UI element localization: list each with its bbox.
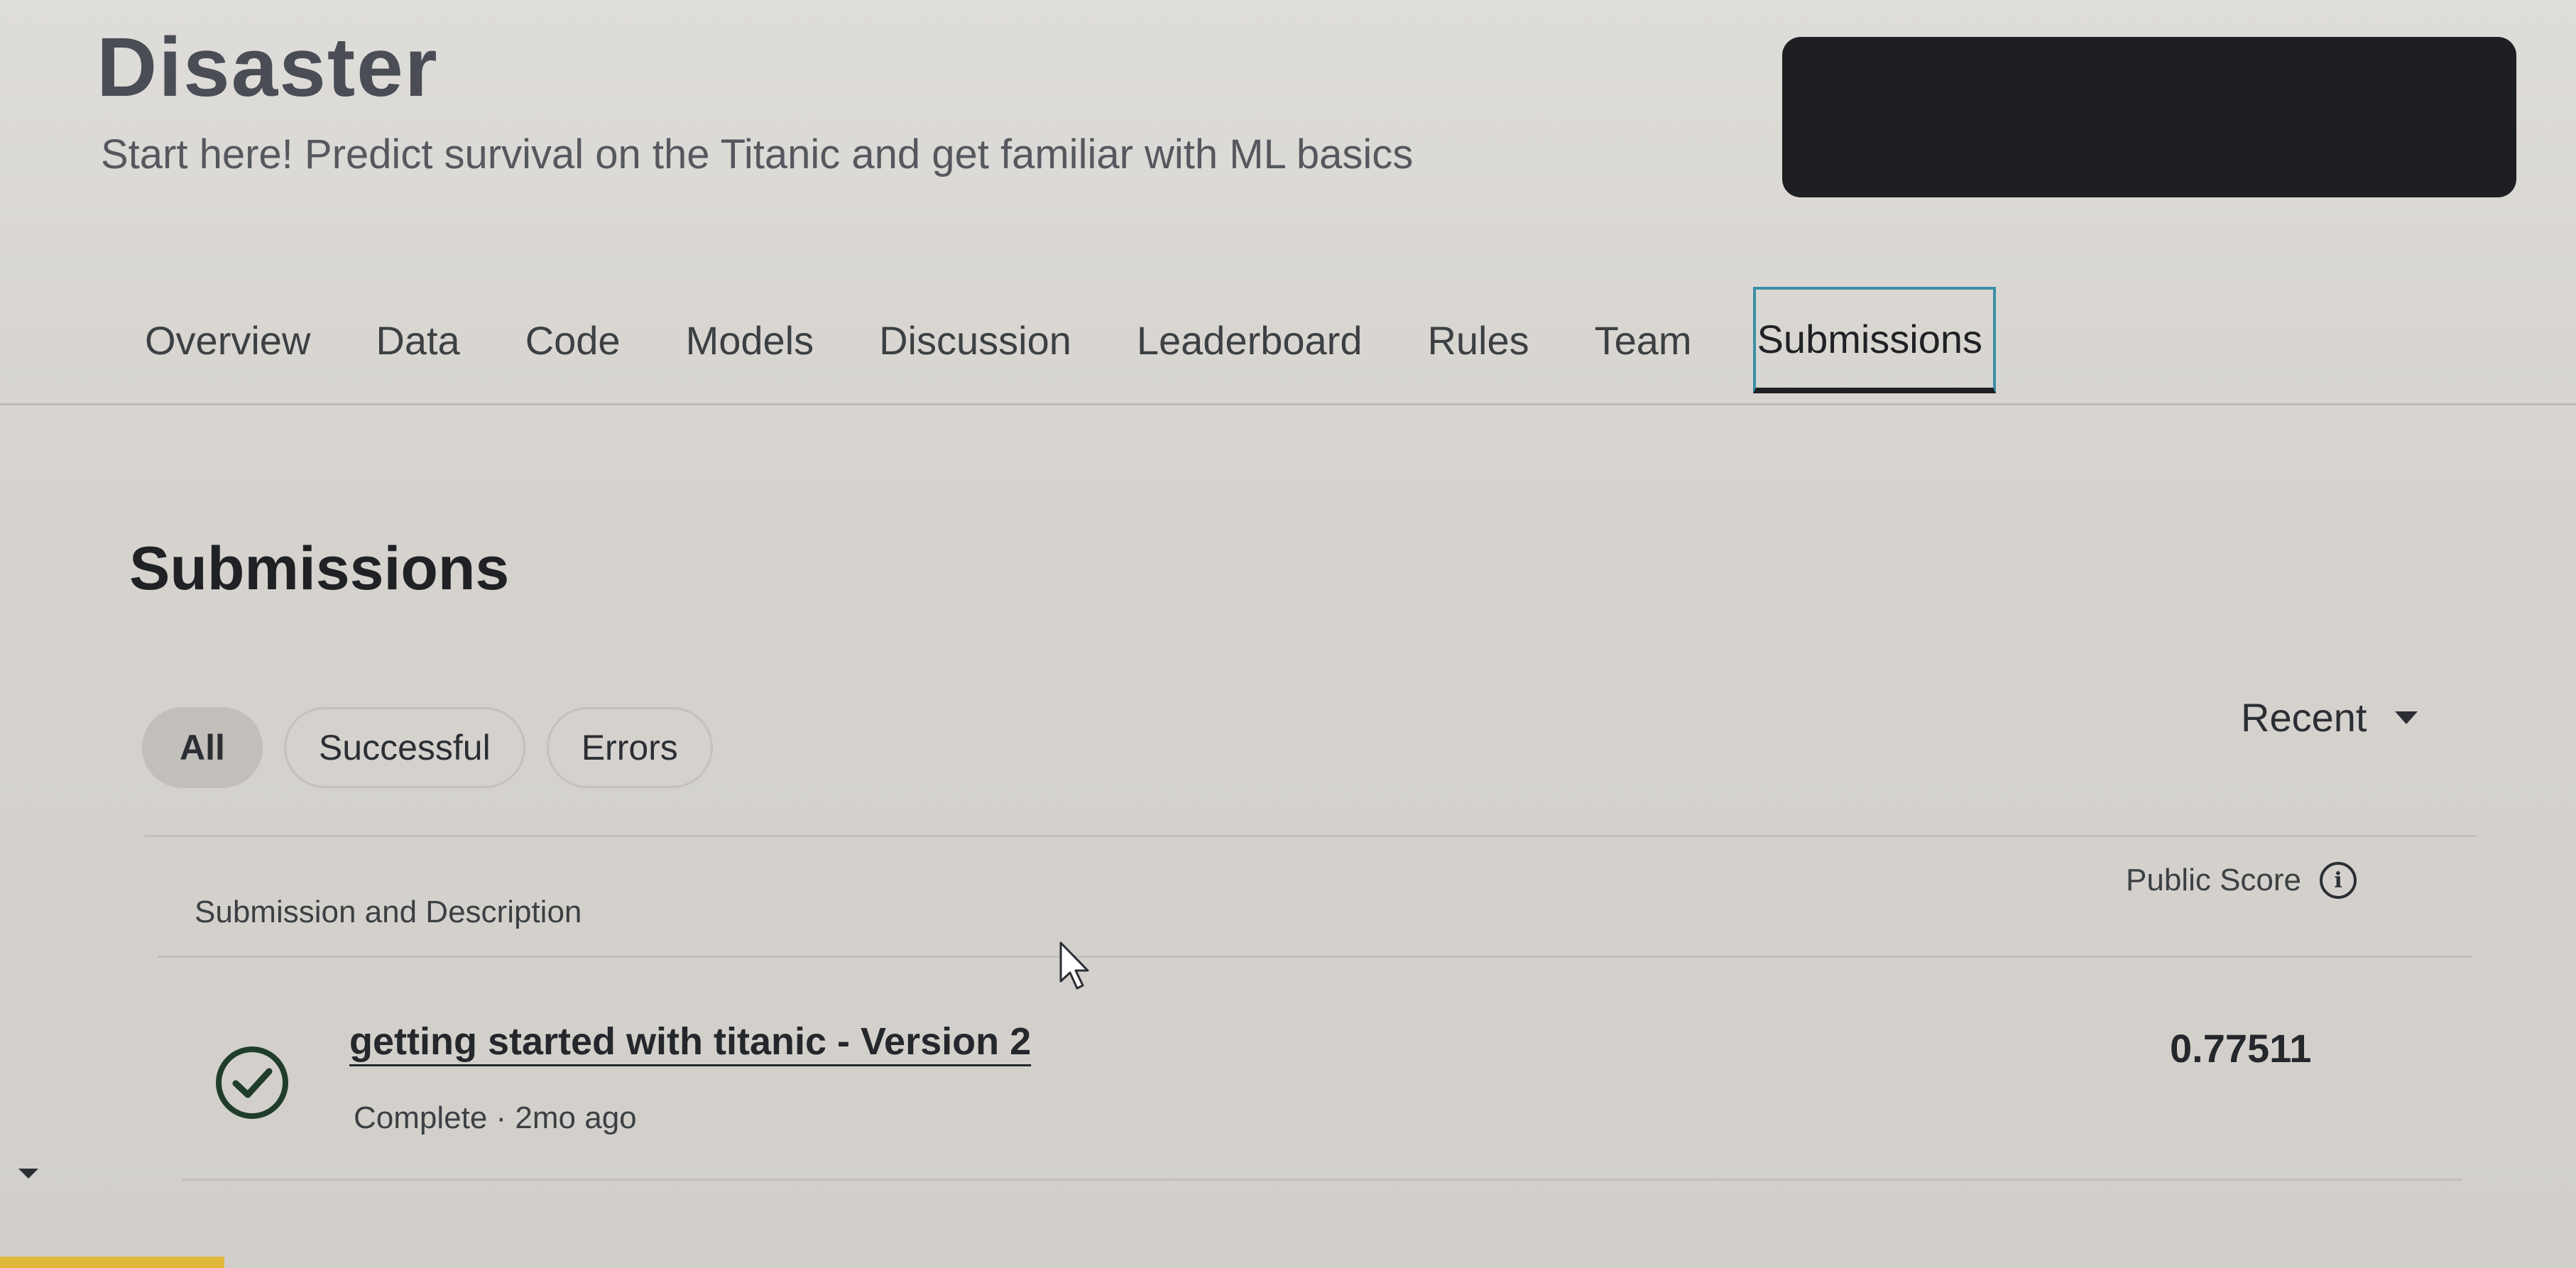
bottom-accent-bar — [0, 1257, 224, 1268]
caret-down-icon[interactable] — [18, 1169, 38, 1179]
column-header-submission: Submission and Description — [195, 895, 582, 929]
divider — [145, 835, 2477, 837]
info-icon[interactable]: i — [2320, 862, 2357, 899]
competition-tabs: Overview Data Code Models Discussion Lea… — [145, 287, 1996, 393]
public-score-value: 0.77511 — [2170, 1026, 2312, 1071]
mouse-cursor-icon — [1059, 941, 1089, 990]
section-title: Submissions — [129, 535, 510, 603]
page: Disaster Start here! Predict survival on… — [0, 0, 2576, 1268]
tabs-divider — [0, 403, 2576, 405]
submission-status-text: Complete · 2mo ago — [354, 1100, 637, 1135]
tab-overview[interactable]: Overview — [145, 287, 343, 393]
tab-data[interactable]: Data — [343, 287, 492, 393]
divider — [158, 956, 2472, 958]
check-circle-icon — [216, 1046, 288, 1119]
competition-subtitle: Start here! Predict survival on the Tita… — [101, 131, 1414, 177]
sort-dropdown[interactable]: Recent — [2241, 694, 2418, 740]
tab-submissions[interactable]: Submissions — [1752, 287, 1996, 393]
tab-rules[interactable]: Rules — [1395, 287, 1561, 393]
column-header-public-score: Public Score i — [2126, 862, 2357, 899]
tab-discussion[interactable]: Discussion — [846, 287, 1104, 393]
tab-models[interactable]: Models — [653, 287, 847, 393]
tab-leaderboard[interactable]: Leaderboard — [1104, 287, 1395, 393]
competition-title: Disaster — [97, 21, 439, 114]
caret-down-icon — [2395, 711, 2418, 724]
filter-all-chip[interactable]: All — [142, 707, 263, 788]
submission-name-link[interactable]: getting started with titanic - Version 2 — [349, 1020, 1031, 1064]
public-score-label: Public Score — [2126, 863, 2302, 897]
redacted-panel — [1782, 37, 2516, 197]
filter-successful-chip[interactable]: Successful — [283, 707, 525, 788]
tab-team[interactable]: Team — [1562, 287, 1725, 393]
divider — [182, 1179, 2462, 1181]
sort-label: Recent — [2241, 695, 2367, 740]
tab-code[interactable]: Code — [493, 287, 653, 393]
filter-errors-chip[interactable]: Errors — [546, 707, 713, 788]
submission-filters: All Successful Errors — [142, 707, 713, 788]
